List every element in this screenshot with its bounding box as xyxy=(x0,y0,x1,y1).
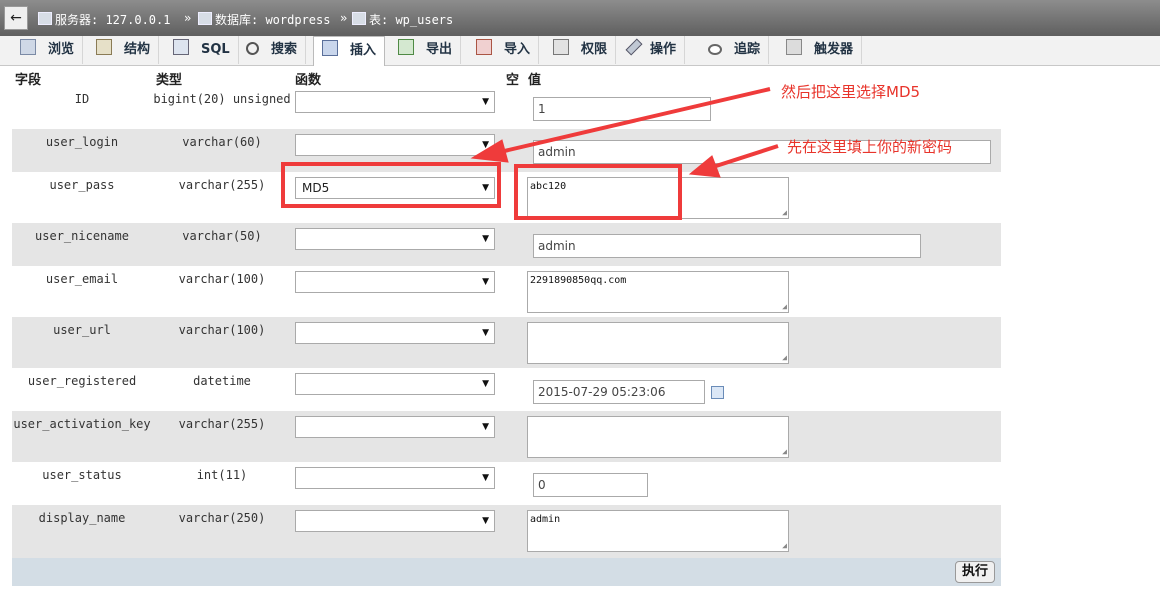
md5-arrow-line xyxy=(499,87,771,154)
md5-arrow-head xyxy=(470,139,509,163)
password-arrow-line xyxy=(715,144,779,168)
password-arrow-head xyxy=(688,155,721,178)
annotation-md5: 然后把这里选择MD5 xyxy=(781,83,921,101)
annotation-arrows xyxy=(470,87,779,178)
annotation-password: 先在这里填上你的新密码 xyxy=(787,138,953,156)
